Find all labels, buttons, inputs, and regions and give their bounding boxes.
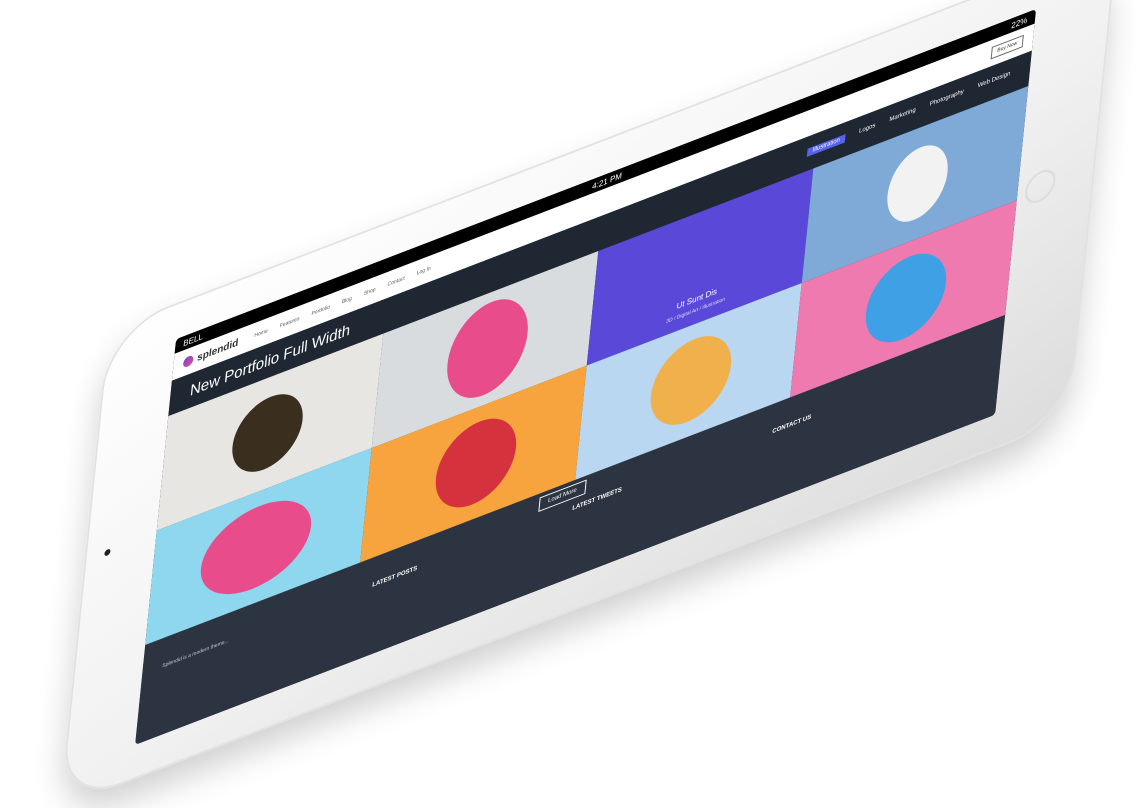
- character-icon: [861, 240, 951, 355]
- filter-web-design[interactable]: Web Design: [977, 71, 1010, 92]
- filter-photography[interactable]: Photography: [929, 89, 964, 110]
- filter-logos[interactable]: Logos: [858, 123, 876, 138]
- character-icon: [431, 406, 521, 520]
- character-icon: [228, 383, 307, 483]
- footer-latest-posts: LATEST POSTS: [372, 564, 418, 593]
- character-icon: [883, 135, 952, 232]
- nav-item-portfolio[interactable]: Portfolio: [311, 304, 330, 317]
- nav-item-features[interactable]: Features: [279, 316, 299, 330]
- filter-marketing[interactable]: Marketing: [889, 107, 916, 125]
- nav-item-blog[interactable]: Blog: [341, 296, 352, 306]
- front-camera-icon: [104, 548, 111, 557]
- device-screen: BELL 4:21 PM 22% splendid Home Features …: [135, 9, 1037, 745]
- nav-item-shop[interactable]: Shop: [363, 286, 375, 297]
- ipad-device: BELL 4:21 PM 22% splendid Home Features …: [59, 0, 1118, 808]
- footer-heading: CONTACT US: [771, 414, 812, 436]
- character-icon: [646, 323, 736, 438]
- nav-item-home[interactable]: Home: [254, 328, 268, 339]
- stage: BELL 4:21 PM 22% splendid Home Features …: [0, 0, 1137, 808]
- nav-item-contact[interactable]: Contact: [387, 275, 405, 288]
- footer-about-text: Splendid is a modern theme...: [161, 637, 229, 670]
- home-button[interactable]: [1023, 165, 1057, 208]
- footer-heading: LATEST POSTS: [371, 565, 418, 589]
- footer-contact: CONTACT US: [772, 413, 812, 439]
- nav-item-login[interactable]: Log In: [416, 265, 431, 277]
- logo-mark-icon: [182, 354, 194, 369]
- filter-illustration[interactable]: Illustration: [807, 134, 846, 157]
